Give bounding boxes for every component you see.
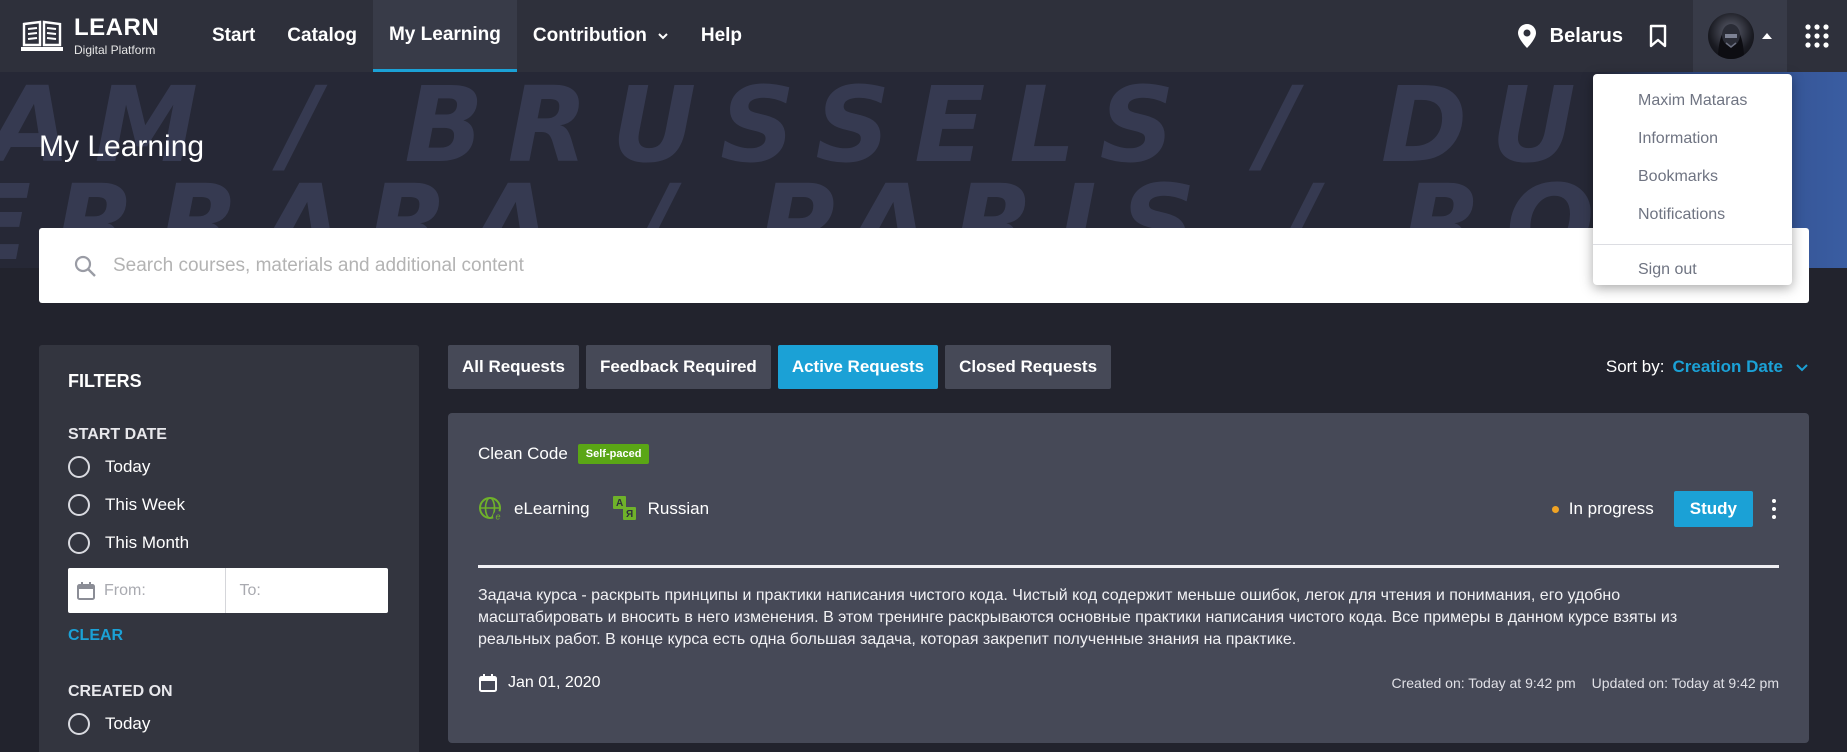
status-dot <box>1551 505 1559 513</box>
tab-all-requests[interactable]: All Requests <box>448 345 579 389</box>
tab-active-requests[interactable]: Active Requests <box>777 345 939 389</box>
radio-button[interactable] <box>68 532 90 554</box>
search-input[interactable] <box>113 254 1613 277</box>
course-format: e eLearning <box>478 496 590 522</box>
radio-start-this-month[interactable]: This Month <box>68 524 390 562</box>
kebab-menu-icon[interactable] <box>1769 497 1779 521</box>
radio-start-this-week[interactable]: This Week <box>68 486 390 524</box>
course-format-label: eLearning <box>514 499 590 518</box>
sort-control[interactable]: Sort by: Creation Date <box>1606 345 1809 389</box>
menu-item-notifications[interactable]: Notifications <box>1593 196 1792 234</box>
radio-button[interactable] <box>68 456 90 478</box>
nav-item-contribution-label: Contribution <box>532 25 647 46</box>
user-dropdown-menu: Maxim Mataras Information Bookmarks Noti… <box>1593 74 1792 285</box>
filter-section-start-date: START DATE <box>68 426 167 443</box>
filters-panel: FILTERS START DATE Today This Week This … <box>39 345 419 752</box>
header-right: Belarus <box>1517 0 1847 72</box>
card-divider <box>478 565 1779 568</box>
translate-icon: AЯ <box>612 496 636 520</box>
search-bar <box>39 228 1809 303</box>
course-badge: Self-paced <box>577 444 650 464</box>
tab-feedback-required[interactable]: Feedback Required <box>585 345 771 389</box>
course-timestamps: Created on: Today at 9:42 pm Updated on:… <box>1391 675 1779 691</box>
nav-item-start[interactable]: Start <box>196 0 271 72</box>
course-description: Задача курса - раскрыть принципы и практ… <box>478 587 1678 648</box>
course-date-label: Jan 01, 2020 <box>508 674 601 691</box>
nav-item-contribution[interactable]: Contribution <box>517 0 685 72</box>
caret-up-icon <box>1762 33 1772 39</box>
date-to-placeholder: To: <box>239 581 261 599</box>
sort-label: Sort by: <box>1605 357 1665 376</box>
course-date: Jan 01, 2020 <box>478 673 601 693</box>
radio-start-today[interactable]: Today <box>68 448 390 486</box>
main-nav: Start Catalog My Learning Contribution H… <box>196 0 758 72</box>
radio-button[interactable] <box>68 494 90 516</box>
location-selector[interactable]: Belarus <box>1517 24 1623 48</box>
clear-dates-link[interactable]: CLEAR <box>68 627 390 645</box>
course-language: AЯ Russian <box>612 495 709 523</box>
menu-item-bookmarks[interactable]: Bookmarks <box>1593 158 1792 196</box>
location-label: Belarus <box>1549 24 1623 47</box>
brand-subtitle: Digital Platform <box>74 43 156 57</box>
avatar-image <box>1718 24 1744 59</box>
date-from-field[interactable]: From: <box>68 568 226 613</box>
radio-label: This Month <box>105 533 190 552</box>
updated-timestamp: Updated on: Today at 9:42 pm <box>1591 675 1779 691</box>
menu-item-profile-name[interactable]: Maxim Mataras <box>1593 82 1792 120</box>
request-tabs: All Requests Feedback Required Active Re… <box>448 345 1118 389</box>
date-to-field[interactable]: To: <box>226 568 389 613</box>
menu-divider <box>1593 244 1792 245</box>
bookmarks-button[interactable] <box>1649 24 1667 48</box>
created-timestamp: Created on: Today at 9:42 pm <box>1391 675 1576 691</box>
course-title[interactable]: Clean Code <box>478 444 568 464</box>
calendar-icon <box>77 581 95 600</box>
calendar-icon <box>479 674 497 692</box>
radio-label: This Week <box>105 495 185 514</box>
radio-created-today[interactable]: Today <box>68 705 390 743</box>
chevron-down-icon <box>658 33 668 40</box>
status-label: In progress <box>1568 499 1654 518</box>
radio-label: Today <box>105 457 151 476</box>
menu-item-information[interactable]: Information <box>1593 120 1792 158</box>
study-button[interactable]: Study <box>1673 491 1753 527</box>
filters-title: FILTERS <box>68 371 142 391</box>
nav-item-my-learning[interactable]: My Learning <box>372 0 517 72</box>
sort-value[interactable]: Creation Date <box>1672 357 1783 377</box>
avatar <box>1708 13 1754 59</box>
apps-grid-icon <box>1805 24 1829 48</box>
brand-title: LEARN <box>74 14 160 41</box>
date-from-placeholder: From: <box>104 581 146 599</box>
course-status: In progress <box>1551 499 1654 519</box>
bookmark-icon <box>1649 24 1667 48</box>
radio-label: Today <box>105 714 151 733</box>
top-navigation-bar: LEARN Digital Platform Start Catalog My … <box>0 0 1847 72</box>
date-range-picker: From: To: <box>68 568 388 613</box>
page-title: My Learning <box>39 130 205 163</box>
svg-text:e: e <box>496 512 501 522</box>
filter-section-created-on: CREATED ON <box>68 683 173 700</box>
user-menu-toggle[interactable] <box>1693 0 1787 72</box>
apps-menu-button[interactable] <box>1787 0 1847 72</box>
tab-closed-requests[interactable]: Closed Requests <box>945 345 1112 389</box>
nav-item-help[interactable]: Help <box>685 0 758 72</box>
search-icon[interactable] <box>73 254 97 278</box>
radio-button[interactable] <box>68 713 90 735</box>
globe-icon: e <box>479 497 503 522</box>
menu-item-sign-out[interactable]: Sign out <box>1593 251 1792 289</box>
svg-text:Я: Я <box>626 509 633 520</box>
brand-logo[interactable]: LEARN Digital Platform <box>20 0 188 72</box>
course-card: Clean Code Self-paced e eLearning AЯ Rus… <box>448 413 1809 743</box>
book-logo-icon <box>21 20 63 51</box>
location-pin-icon <box>1517 24 1536 48</box>
nav-item-catalog[interactable]: Catalog <box>271 0 373 72</box>
course-language-label: Russian <box>647 499 710 518</box>
svg-text:A: A <box>616 498 623 509</box>
chevron-down-icon <box>1796 364 1808 372</box>
